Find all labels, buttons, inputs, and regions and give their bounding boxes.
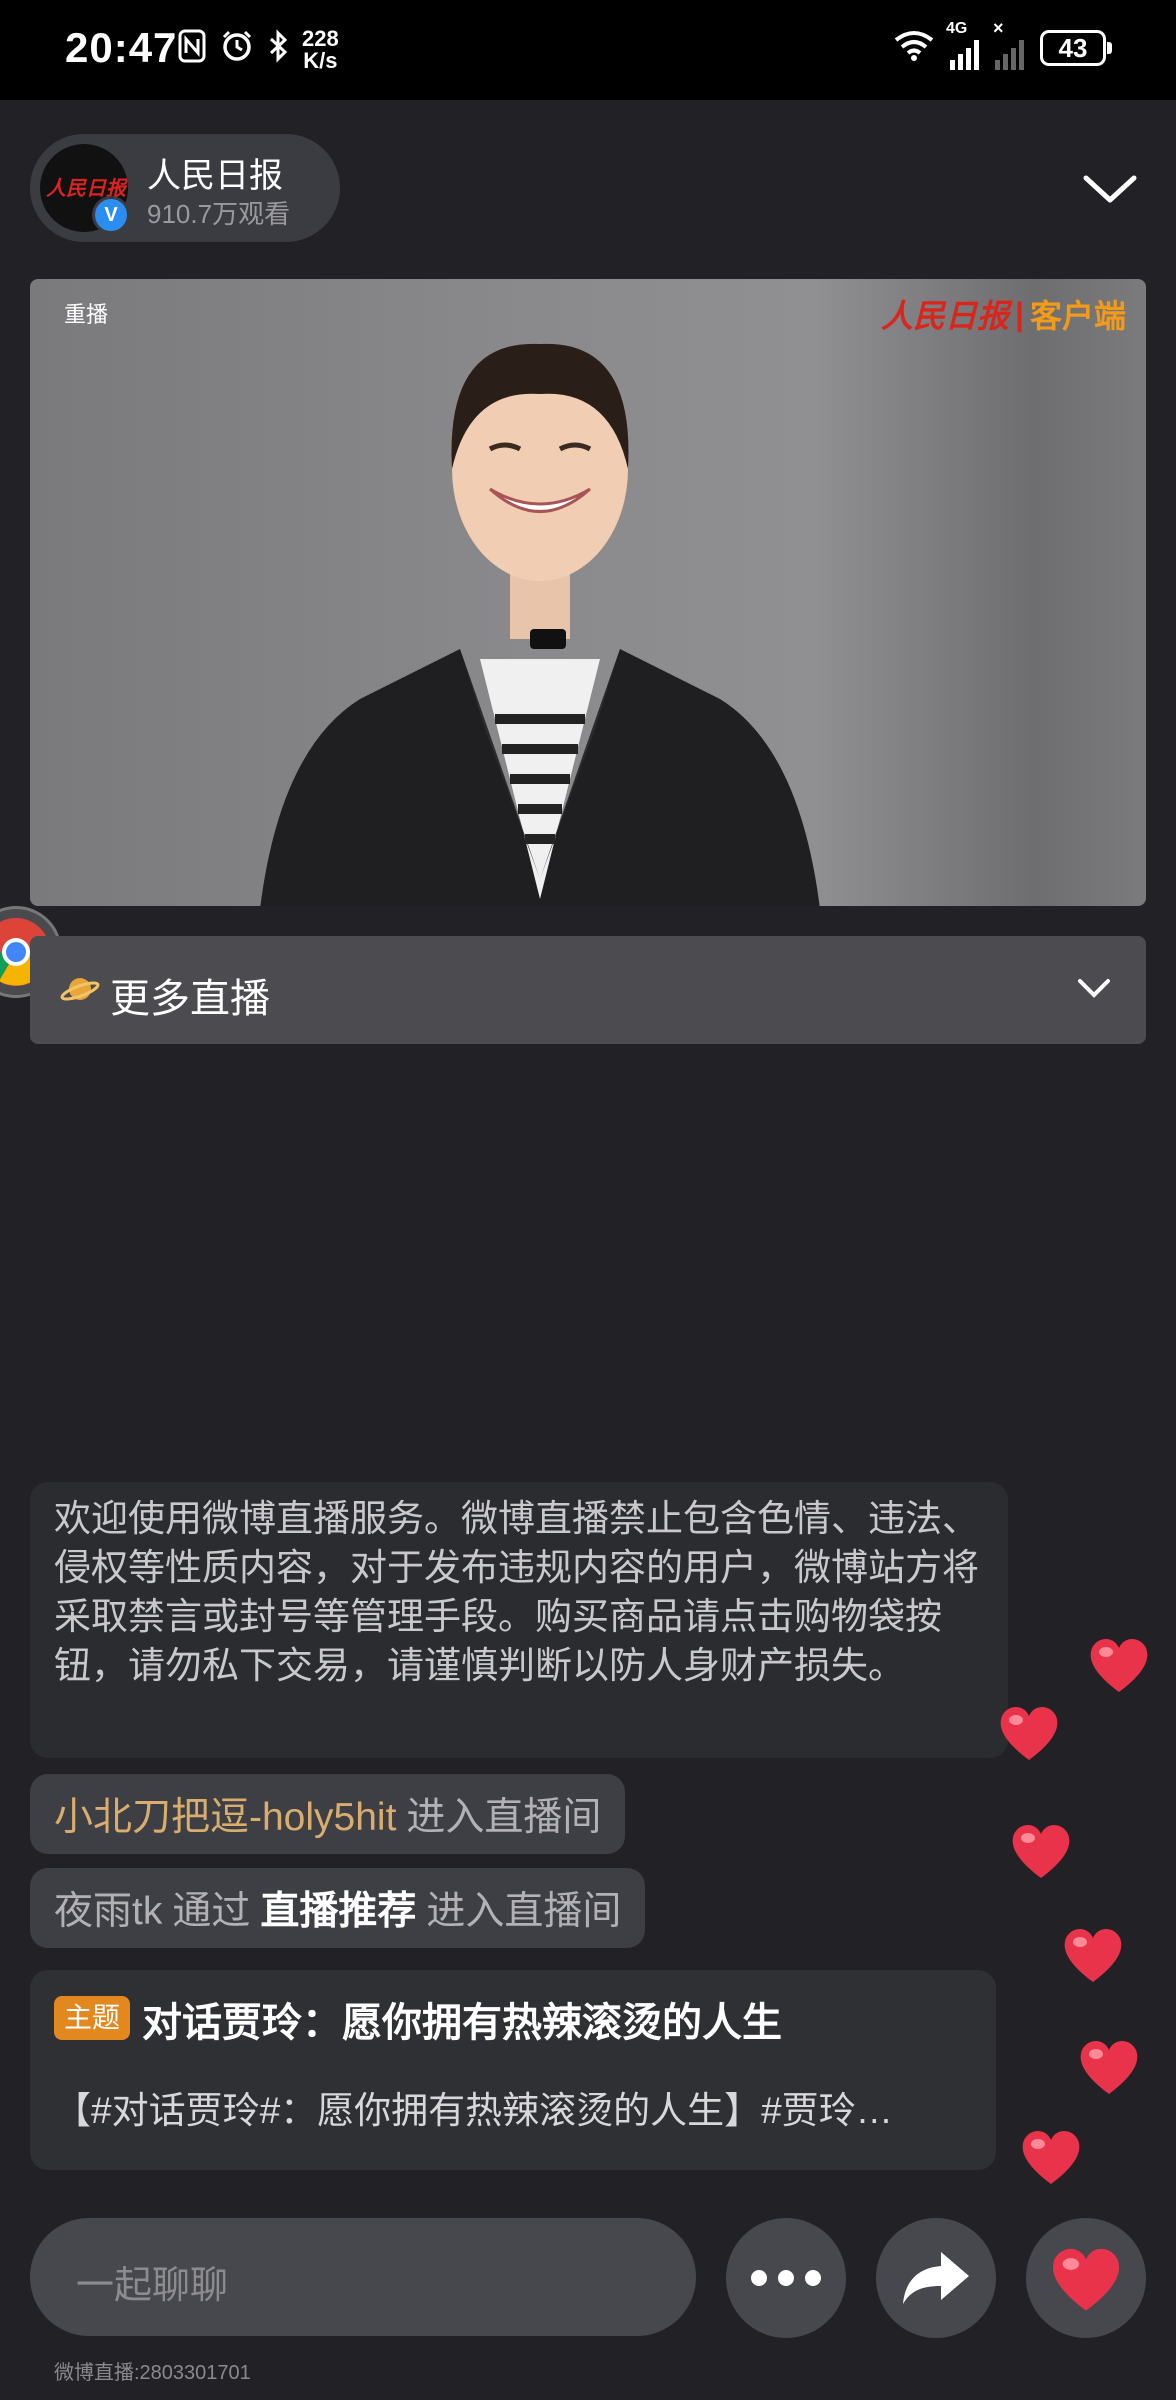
- alarm-icon: [220, 29, 254, 72]
- chat-action: 进入直播间: [406, 1796, 602, 1839]
- topic-card[interactable]: 主题 对话贾玲：愿你拥有热辣滚烫的人生 【#对话贾玲#：愿你拥有热辣滚烫的人生】…: [30, 1970, 996, 2170]
- more-live-label: 更多直播: [110, 977, 270, 1021]
- video-player[interactable]: 重播 人民日报 | 客户端: [30, 279, 1146, 906]
- chat-source: 直播推荐: [260, 1890, 417, 1933]
- host-profile[interactable]: 人民日报 V 人民日报 910.7万观看: [30, 134, 340, 242]
- brand-separator: |: [1015, 295, 1024, 332]
- share-arrow-icon: [903, 2252, 969, 2304]
- live-room-id: 微博直播:2803301701: [54, 2362, 251, 2384]
- topic-description: 【#对话贾玲#：愿你拥有热辣滚烫的人生】#贾玲…: [54, 2090, 893, 2131]
- status-bar: 20:47 228 K/s 4G × 43: [0, 0, 1176, 100]
- chat-username[interactable]: 夜雨tk: [54, 1880, 162, 1936]
- heart-icon: [1080, 2041, 1138, 2094]
- replay-tag: 重播: [64, 302, 109, 327]
- topic-badge: 主题: [54, 1996, 131, 2040]
- chat-username[interactable]: 小北刀把逗-holy5hit: [54, 1786, 396, 1842]
- system-notice: 欢迎使用微博直播服务。微博直播禁止包含色情、违法、侵权等性质内容，对于发布违规内…: [30, 1482, 1008, 1758]
- bluetooth-icon: [268, 28, 288, 72]
- chevron-down-icon: [1083, 175, 1137, 203]
- chat-input-placeholder: 一起聊聊: [76, 2265, 229, 2307]
- verified-icon: V: [92, 196, 130, 234]
- heart-icon: [1000, 1707, 1058, 1760]
- view-count: 910.7万观看: [147, 199, 291, 229]
- wifi-icon: [894, 30, 934, 67]
- host-name: 人民日报: [147, 157, 283, 195]
- speed-value: 228: [302, 26, 339, 51]
- more-live-bar[interactable]: 更多直播: [30, 936, 1146, 1044]
- chat-message: 小北刀把逗-holy5hit 进入直播间: [30, 1774, 626, 1854]
- video-frame-image: [260, 343, 820, 906]
- heart-icon: [1012, 1825, 1070, 1878]
- heart-icon: [1064, 1929, 1122, 1982]
- chat-via: 通过: [172, 1890, 251, 1933]
- heart-icon: [1052, 2248, 1120, 2311]
- nfc-icon: [178, 29, 206, 72]
- brand-logo-text: 人民日报: [881, 297, 1010, 335]
- cell-signal-2: ×: [993, 18, 1024, 70]
- collapse-button[interactable]: [1080, 160, 1140, 220]
- status-icons-right: 4G × 43: [894, 18, 1112, 70]
- speed-unit: K/s: [303, 48, 338, 73]
- network-type: 4G: [946, 20, 968, 37]
- like-button[interactable]: [1026, 2218, 1146, 2338]
- status-time: 20:47: [65, 24, 178, 71]
- cell-signal-1: 4G: [946, 20, 979, 70]
- heart-icon: [1090, 1639, 1148, 1692]
- more-dots-icon: [751, 2270, 821, 2286]
- chevron-down-icon: [1078, 979, 1110, 998]
- video-watermark: 人民日报 | 客户端: [881, 291, 1126, 337]
- chat-action: 进入直播间: [426, 1890, 622, 1933]
- chat-input[interactable]: 一起聊聊: [30, 2218, 696, 2336]
- more-options-button[interactable]: [726, 2218, 846, 2338]
- chat-message: 夜雨tk 通过 直播推荐 进入直播间: [30, 1868, 646, 1948]
- no-signal-icon: ×: [993, 18, 1004, 38]
- network-speed: 228 K/s: [302, 28, 339, 72]
- battery-indicator: 43: [1040, 30, 1112, 66]
- status-icons-left: 228 K/s: [178, 28, 339, 72]
- planet-icon: [60, 972, 100, 1015]
- brand-client-label: 客户端: [1029, 298, 1126, 334]
- topic-title: 对话贾玲：愿你拥有热辣滚烫的人生: [142, 2001, 782, 2045]
- share-button[interactable]: [876, 2218, 996, 2338]
- heart-icon: [1022, 2131, 1080, 2184]
